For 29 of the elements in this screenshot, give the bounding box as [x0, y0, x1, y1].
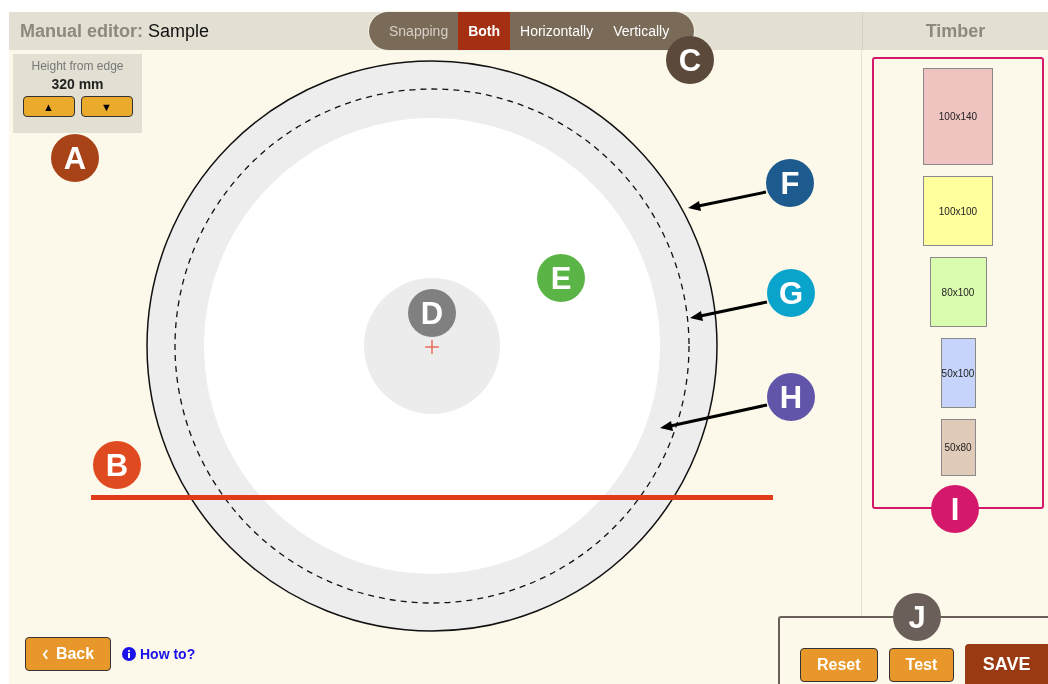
step-button[interactable]: ▲	[22, 96, 75, 117]
callout-marker: I	[931, 485, 979, 533]
step-button[interactable]: ▼	[80, 96, 133, 117]
callout-marker: H	[767, 373, 815, 421]
how-to-link[interactable]: How to?	[122, 646, 196, 662]
snapping-option[interactable]: Both	[458, 12, 511, 50]
center-cross-icon	[424, 339, 440, 355]
info-icon	[122, 647, 136, 661]
callout-marker: D	[408, 289, 456, 337]
height-label: Height from edge	[31, 59, 124, 73]
timber-piece[interactable]: 100x100	[923, 176, 993, 246]
timber-piece[interactable]: 50x100	[940, 338, 976, 408]
editor-title: Manual editor: Sample	[19, 20, 210, 42]
callout-marker: A	[51, 134, 99, 182]
callout-marker: B	[93, 441, 141, 489]
snapping-label: Snapping	[389, 23, 449, 39]
timber-piece[interactable]: 80x100	[929, 257, 987, 327]
callout-marker: E	[537, 254, 585, 302]
save-button[interactable]: SAVE	[965, 644, 1048, 684]
timber-piece[interactable]: 100x140	[923, 68, 993, 165]
timber-title: Timber	[925, 20, 986, 42]
chevron-left-icon	[41, 648, 49, 660]
callout-marker: J	[893, 593, 941, 641]
height-value: 320 mm	[51, 76, 104, 92]
snapping-option[interactable]: Horizontally	[510, 12, 604, 50]
callout-marker: F	[766, 159, 814, 207]
callout-marker: C	[666, 36, 714, 84]
timber-piece[interactable]: 50x80	[940, 419, 976, 476]
callout-marker: G	[767, 269, 815, 317]
